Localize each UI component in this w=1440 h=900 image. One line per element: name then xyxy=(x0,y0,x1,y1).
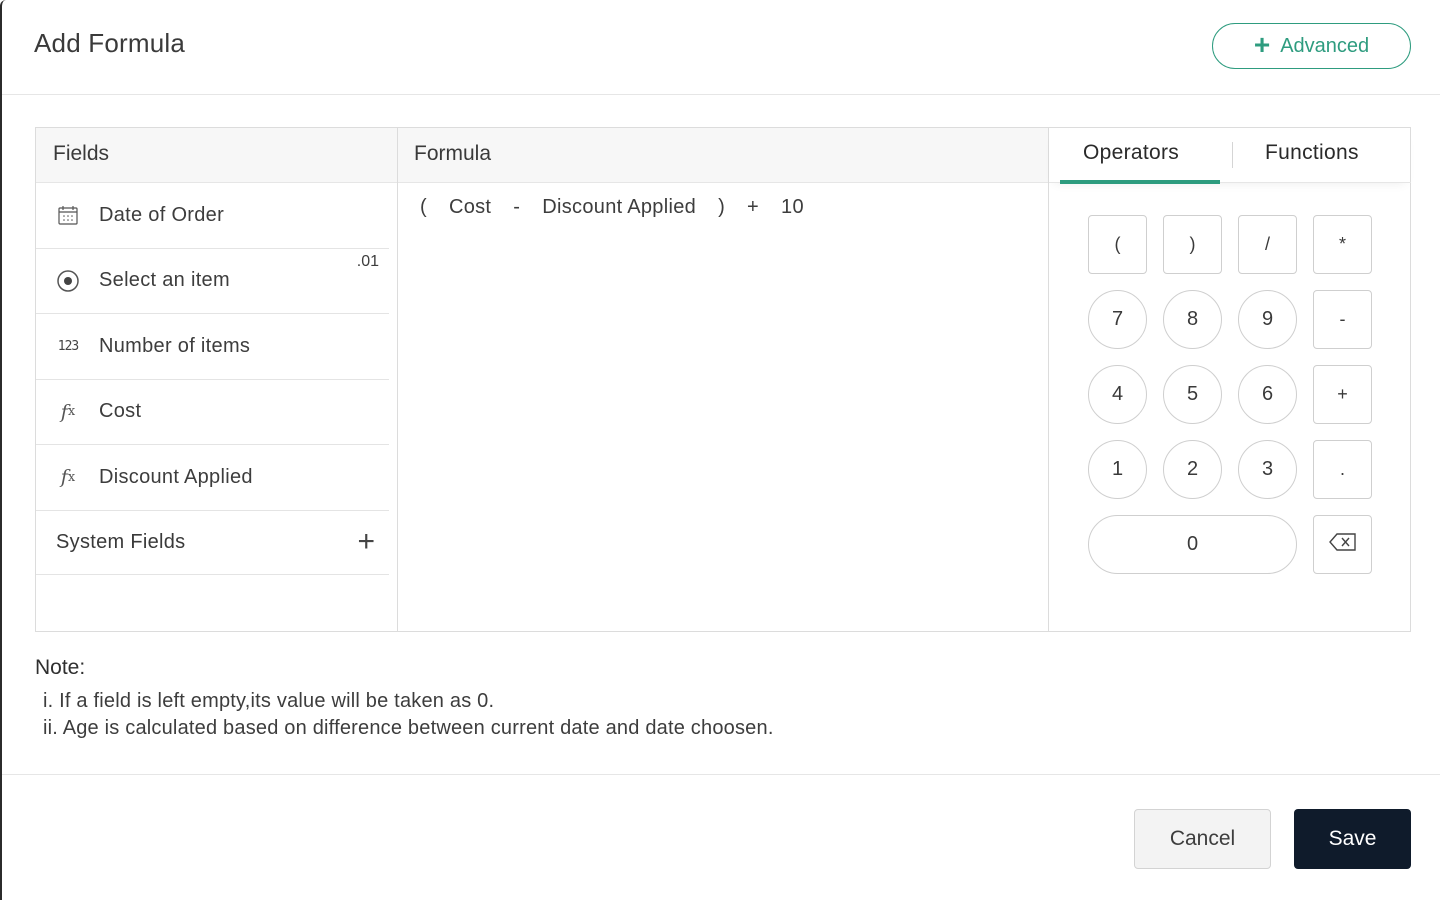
backspace-icon xyxy=(1328,532,1357,557)
field-badge: .01 xyxy=(356,252,379,270)
formula-token[interactable]: - xyxy=(502,196,531,219)
formula-builder-panel: Fields Date of Order Select an item .01 … xyxy=(35,127,1411,632)
note-line: i. If a field is left empty,its value wi… xyxy=(43,690,495,712)
key-7[interactable]: 7 xyxy=(1088,290,1147,349)
operator-tabs: Operators Functions xyxy=(1049,128,1411,184)
key-close-paren[interactable]: ) xyxy=(1163,215,1222,274)
fields-header: Fields xyxy=(36,128,397,183)
system-fields-label: System Fields xyxy=(56,530,186,553)
calendar-icon xyxy=(55,202,81,228)
save-button[interactable]: Save xyxy=(1294,809,1411,869)
formula-token[interactable]: Cost xyxy=(438,196,502,219)
formula-header: Formula xyxy=(398,128,1048,183)
system-fields-toggle[interactable]: System Fields + xyxy=(36,511,389,575)
note-line: ii. Age is calculated based on differenc… xyxy=(43,717,774,739)
key-4[interactable]: 4 xyxy=(1088,365,1147,424)
formula-editor[interactable]: ( Cost - Discount Applied ) + 10 xyxy=(398,183,1048,219)
radio-icon xyxy=(55,268,81,294)
key-minus[interactable]: - xyxy=(1313,290,1372,349)
tab-label: Functions xyxy=(1265,141,1359,164)
backspace-button[interactable] xyxy=(1313,515,1372,574)
field-label: Discount Applied xyxy=(99,465,253,488)
key-divide[interactable]: / xyxy=(1238,215,1297,274)
formula-token[interactable]: Discount Applied xyxy=(531,196,707,219)
plus-icon[interactable]: + xyxy=(357,527,375,557)
field-label: Date of Order xyxy=(99,203,225,226)
key-0[interactable]: 0 xyxy=(1088,515,1297,574)
function-icon: fx xyxy=(60,466,76,489)
formula-column: Formula ( Cost - Discount Applied ) + 10 xyxy=(398,128,1049,631)
tab-operators[interactable]: Operators xyxy=(1083,141,1179,165)
note-title: Note: xyxy=(35,656,86,679)
field-item-number-of-items[interactable]: 123 Number of items xyxy=(36,314,389,380)
key-5[interactable]: 5 xyxy=(1163,365,1222,424)
formula-token[interactable]: ( xyxy=(418,196,438,219)
formula-token[interactable]: ) xyxy=(707,196,736,219)
key-3[interactable]: 3 xyxy=(1238,440,1297,499)
note-section: Note: i. If a field is left empty,its va… xyxy=(35,656,774,742)
field-item-discount-applied[interactable]: fx Discount Applied xyxy=(36,445,389,511)
tab-divider xyxy=(1232,142,1233,168)
field-item-cost[interactable]: fx Cost xyxy=(36,380,389,445)
key-1[interactable]: 1 xyxy=(1088,440,1147,499)
key-multiply[interactable]: * xyxy=(1313,215,1372,274)
dialog-footer: Cancel Save xyxy=(2,774,1440,900)
field-list: Date of Order Select an item .01 123 Num… xyxy=(36,183,389,511)
key-plus[interactable]: + xyxy=(1313,365,1372,424)
key-6[interactable]: 6 xyxy=(1238,365,1297,424)
key-8[interactable]: 8 xyxy=(1163,290,1222,349)
operators-column: Operators Functions ( ) / * 7 8 9 - 4 5 xyxy=(1049,128,1411,631)
key-2[interactable]: 2 xyxy=(1163,440,1222,499)
field-item-date-of-order[interactable]: Date of Order xyxy=(36,183,389,249)
formula-token[interactable]: + xyxy=(736,196,770,219)
key-open-paren[interactable]: ( xyxy=(1088,215,1147,274)
field-item-select-an-item[interactable]: Select an item .01 xyxy=(36,249,389,314)
field-label: Number of items xyxy=(99,334,251,357)
tab-functions[interactable]: Functions xyxy=(1265,141,1359,165)
active-tab-indicator xyxy=(1060,180,1220,184)
dialog-header: Add Formula + Advanced xyxy=(2,0,1440,95)
function-icon: fx xyxy=(60,400,76,423)
advanced-button[interactable]: + Advanced xyxy=(1212,23,1411,69)
field-label: Cost xyxy=(99,400,142,423)
keypad: ( ) / * 7 8 9 - 4 5 6 + 1 2 3 . 0 xyxy=(1088,215,1378,575)
key-9[interactable]: 9 xyxy=(1238,290,1297,349)
advanced-button-label: Advanced xyxy=(1280,34,1370,57)
plus-icon: + xyxy=(1253,28,1271,60)
key-decimal[interactable]: . xyxy=(1313,440,1372,499)
formula-token[interactable]: 10 xyxy=(770,196,815,219)
fields-column: Fields Date of Order Select an item .01 … xyxy=(36,128,398,631)
field-label: Select an item xyxy=(99,269,230,292)
cancel-button[interactable]: Cancel xyxy=(1134,809,1271,869)
add-formula-dialog: Add Formula + Advanced Fields Date of Or… xyxy=(0,0,1440,900)
tab-label: Operators xyxy=(1083,141,1180,164)
dialog-title: Add Formula xyxy=(34,28,186,58)
number-icon: 123 xyxy=(57,338,79,354)
